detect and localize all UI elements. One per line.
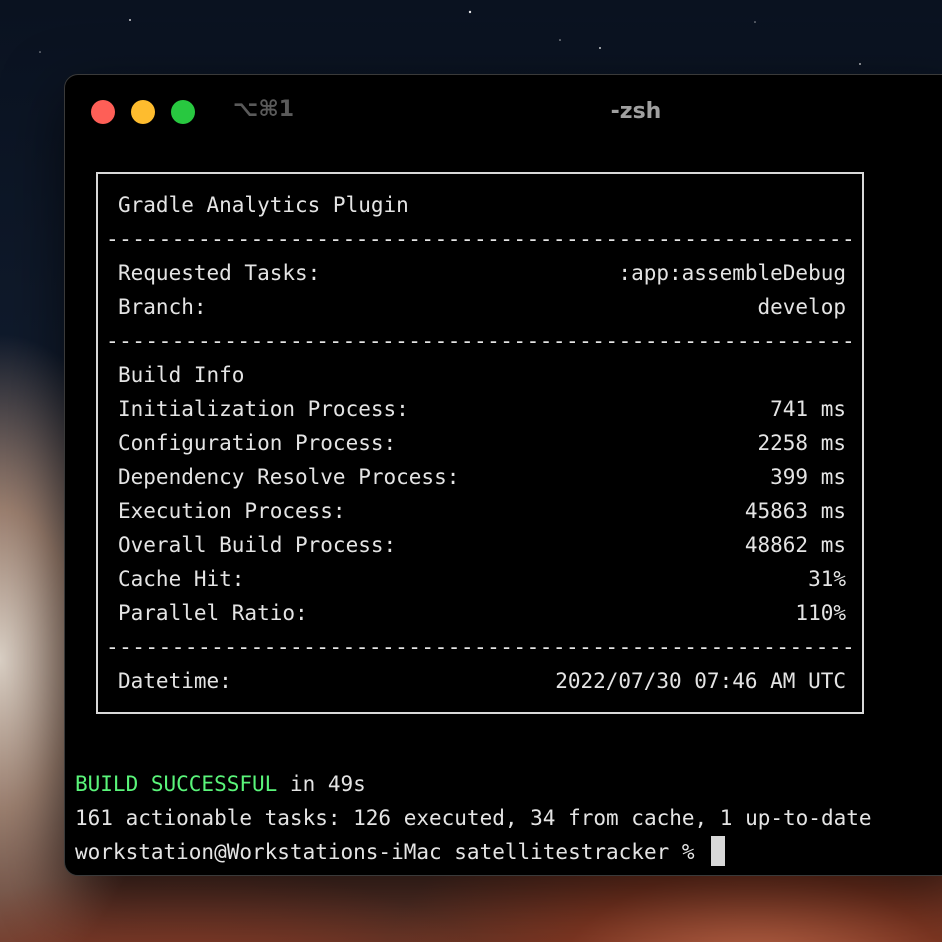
metric-value: 31% <box>808 567 846 591</box>
maximize-button[interactable] <box>171 100 195 124</box>
metric-row: Dependency Resolve Process: 399 ms <box>118 462 846 492</box>
metric-value: 741 ms <box>770 397 846 421</box>
metric-label: Overall Build Process: <box>118 533 397 557</box>
separator-1: ----------------------------------------… <box>106 227 858 251</box>
branch-label: Branch: <box>118 295 207 319</box>
starfield <box>39 10 861 65</box>
report-heading-row: Gradle Analytics Plugin <box>118 190 846 220</box>
metric-label: Cache Hit: <box>118 567 245 591</box>
metric-row: Execution Process: 45863 ms <box>118 496 846 526</box>
title-bar[interactable]: ⌥⌘1 -zsh <box>65 75 942 151</box>
analytics-report-box: Gradle Analytics Plugin ----------------… <box>96 172 864 714</box>
datetime-row: Datetime: 2022/07/30 07:46 AM UTC <box>118 666 846 696</box>
metric-row: Initialization Process: 741 ms <box>118 394 846 424</box>
metric-row: Configuration Process: 2258 ms <box>118 428 846 458</box>
build-status: BUILD SUCCESSFUL <box>75 772 278 796</box>
metric-row: Parallel Ratio: 110% <box>118 598 846 628</box>
text-cursor <box>711 836 726 866</box>
metric-value: 2258 ms <box>757 431 846 455</box>
metric-label: Initialization Process: <box>118 397 409 421</box>
window-shortcut-label: ⌥⌘1 <box>233 97 295 122</box>
requested-tasks-row: Requested Tasks: :app:assembleDebug <box>118 258 846 288</box>
metric-value: 48862 ms <box>744 533 846 557</box>
requested-tasks-value: :app:assembleDebug <box>618 261 846 285</box>
branch-row: Branch: develop <box>118 292 846 322</box>
minimize-button[interactable] <box>131 100 155 124</box>
separator-3: ----------------------------------------… <box>106 635 858 659</box>
requested-tasks-label: Requested Tasks: <box>118 261 321 285</box>
close-button[interactable] <box>91 100 115 124</box>
metric-value: 45863 ms <box>744 499 846 523</box>
metric-value: 399 ms <box>770 465 846 489</box>
branch-value: develop <box>757 295 846 319</box>
metric-value: 110% <box>795 601 846 625</box>
metric-label: Parallel Ratio: <box>118 601 308 625</box>
metric-label: Configuration Process: <box>118 431 397 455</box>
window-title: -zsh <box>610 99 662 124</box>
datetime-label: Datetime: <box>118 669 232 693</box>
prompt-line[interactable]: workstation@Workstations-iMac satellites… <box>75 836 726 868</box>
metric-row: Overall Build Process: 48862 ms <box>118 530 846 560</box>
metric-row: Cache Hit: 31% <box>118 564 846 594</box>
terminal-window[interactable]: ⌥⌘1 -zsh Gradle Analytics Plugin -------… <box>64 74 942 876</box>
separator-2: ----------------------------------------… <box>106 329 858 353</box>
build-time: in 49s <box>277 772 366 796</box>
metric-label: Dependency Resolve Process: <box>118 465 460 489</box>
metric-label: Execution Process: <box>118 499 346 523</box>
build-info-heading: Build Info <box>118 363 245 387</box>
build-info-heading-row: Build Info <box>118 360 846 390</box>
tasks-summary-line: 161 actionable tasks: 126 executed, 34 f… <box>75 806 872 830</box>
shell-prompt: workstation@Workstations-iMac satellites… <box>75 840 708 864</box>
build-status-line: BUILD SUCCESSFUL in 49s <box>75 768 366 800</box>
report-heading: Gradle Analytics Plugin <box>118 193 409 217</box>
datetime-value: 2022/07/30 07:46 AM UTC <box>555 669 846 693</box>
